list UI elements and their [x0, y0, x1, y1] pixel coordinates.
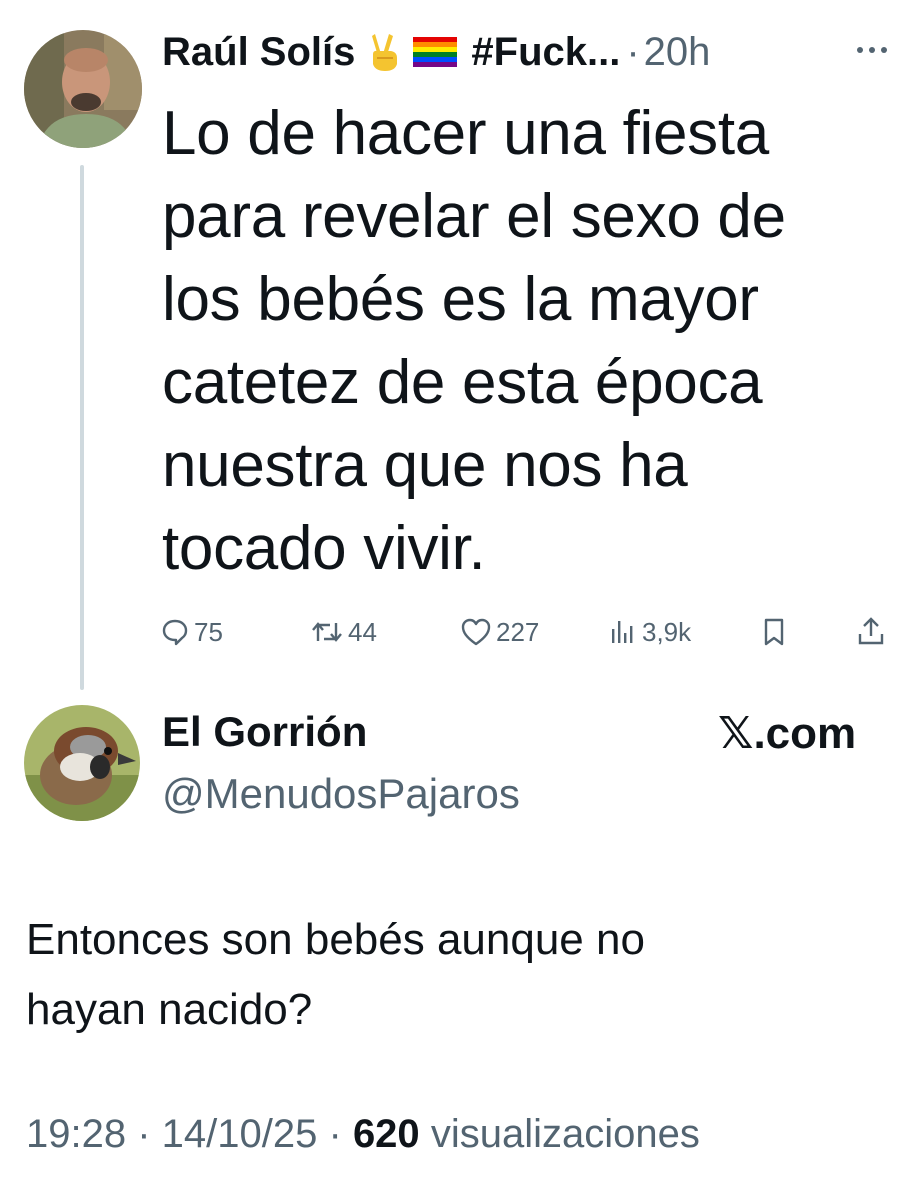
reply-button[interactable]: 75: [160, 612, 223, 652]
share-button[interactable]: [856, 612, 890, 652]
reply-author-name[interactable]: El Gorrión: [162, 708, 367, 756]
separator-dot: ·: [328, 1112, 353, 1156]
reply-author-handle[interactable]: @MenudosPajaros: [162, 770, 520, 818]
thread-connector-line: [80, 165, 84, 690]
like-icon: [461, 618, 491, 646]
tweet-text-line: nuestra que nos ha: [162, 431, 688, 500]
tweet-metadata: 19:28 · 14/10/25 · 620 visualizaciones: [26, 1112, 700, 1157]
retweet-icon: [312, 622, 342, 642]
source-watermark: 𝕏.com: [718, 709, 857, 758]
tweet-text: Lo de hacer una fiesta para revelar el s…: [162, 92, 892, 590]
reply-icon: [162, 619, 188, 646]
views-button[interactable]: 3,9k: [608, 612, 691, 652]
retweet-count: 44: [348, 616, 377, 647]
tweet-text-line: tocado vivir.: [162, 514, 486, 583]
views-label: visualizaciones: [430, 1112, 700, 1156]
tweet-text-line: catetez de esta época: [162, 348, 763, 417]
separator-dot: ·: [137, 1112, 162, 1156]
separator-dot: ·: [626, 29, 640, 74]
views-count: 3,9k: [642, 616, 692, 647]
rainbow-flag-emoji: [413, 37, 458, 67]
bookmark-icon: [764, 618, 784, 646]
reply-text: Entonces son bebés aunque no hayan nacid…: [26, 905, 886, 1045]
tweet-time[interactable]: 19:28: [26, 1112, 126, 1156]
author-name[interactable]: Raúl Solís: [162, 30, 355, 75]
more-icon[interactable]: [852, 40, 892, 60]
tweet-actions: 75 44 227 3,9k: [160, 612, 895, 652]
views-total: 620: [352, 1112, 420, 1156]
tweet-date[interactable]: 14/10/25: [162, 1112, 318, 1156]
victory-hand-emoji: [367, 32, 401, 72]
retweet-button[interactable]: 44: [310, 612, 377, 652]
reply-text-line: Entonces son bebés aunque no: [26, 915, 645, 964]
author-hashtag[interactable]: #Fuck...: [471, 30, 620, 75]
reply-text-line: hayan nacido?: [26, 985, 313, 1034]
bookmark-button[interactable]: [760, 612, 792, 652]
tweet-text-line: para revelar el sexo de: [162, 182, 786, 251]
reply-count: 75: [194, 616, 223, 647]
like-count: 227: [496, 616, 540, 647]
like-button[interactable]: 227: [460, 612, 539, 652]
tweet-header: Raúl Solís #Fuck... · 20h: [162, 22, 710, 82]
author-avatar[interactable]: [24, 30, 142, 148]
views-icon: [612, 621, 633, 643]
tweet-time-ago[interactable]: 20h: [644, 30, 711, 75]
share-icon: [858, 617, 884, 645]
reply-author-avatar[interactable]: [24, 705, 140, 821]
tweet-text-line: los bebés es la mayor: [162, 265, 759, 334]
tweet-text-line: Lo de hacer una fiesta: [162, 99, 769, 168]
